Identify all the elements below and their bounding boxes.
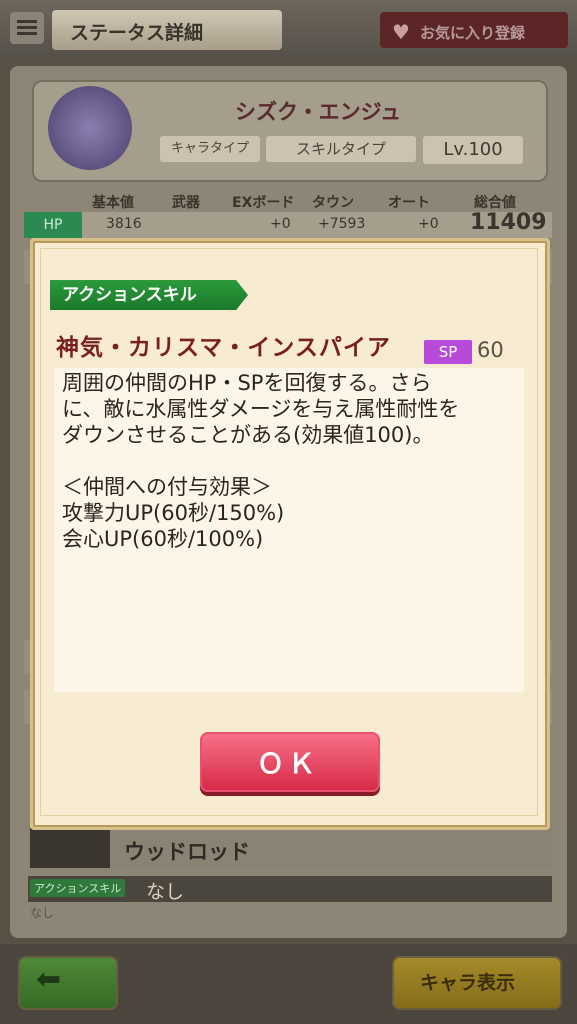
page-title: ステータス詳細 [70, 22, 204, 44]
level-badge: Lv.100 [423, 136, 523, 164]
hp-total: 11409 [470, 210, 547, 235]
hp-auto: +0 [418, 216, 439, 232]
col-header-town: タウン [312, 195, 354, 211]
favorite-label: お気に入り登録 [420, 24, 526, 42]
skill-description: 周囲の仲間のHP・SPを回復する。さら に、敵に水属性ダメージを与え属性耐性を … [62, 371, 460, 551]
avatar [48, 86, 132, 170]
chara-display-label: キャラ表示 [420, 972, 516, 994]
heart-icon: ♥ [392, 20, 410, 44]
col-header-weapon: 武器 [172, 195, 200, 211]
weapon-skill-value: なし [146, 881, 185, 903]
wand-icon [30, 828, 110, 868]
back-button[interactable] [18, 956, 118, 1010]
chara-type-tag: キャラタイプ [160, 136, 260, 162]
hp-label: HP [24, 212, 82, 238]
col-header-total: 総合値 [474, 195, 516, 211]
hp-exboard: +0 [270, 216, 291, 232]
col-header-exboard: EXボード [232, 195, 295, 211]
ok-label: ＯＫ [257, 749, 319, 780]
character-name: シズク・エンジュ [235, 100, 402, 124]
weapon-name: ウッドロッド [124, 840, 250, 864]
menu-icon[interactable] [10, 12, 44, 44]
hp-base: 3816 [106, 216, 142, 232]
col-header-auto: オート [388, 195, 430, 211]
weapon-skill-desc: なし [30, 906, 55, 920]
hp-town: +7593 [318, 216, 366, 232]
skill-name: 神気・カリスマ・インスパイア [56, 335, 391, 361]
action-skill-label: アクションスキル [50, 280, 248, 310]
sp-badge: SP [424, 340, 472, 364]
skill-type-tag: スキルタイプ [266, 136, 416, 162]
weapon-skill-badge: アクションスキル [30, 879, 126, 897]
sp-value: 60 [477, 338, 504, 362]
back-arrow-icon: ⬅ [36, 962, 62, 997]
col-header-base: 基本値 [92, 195, 134, 211]
